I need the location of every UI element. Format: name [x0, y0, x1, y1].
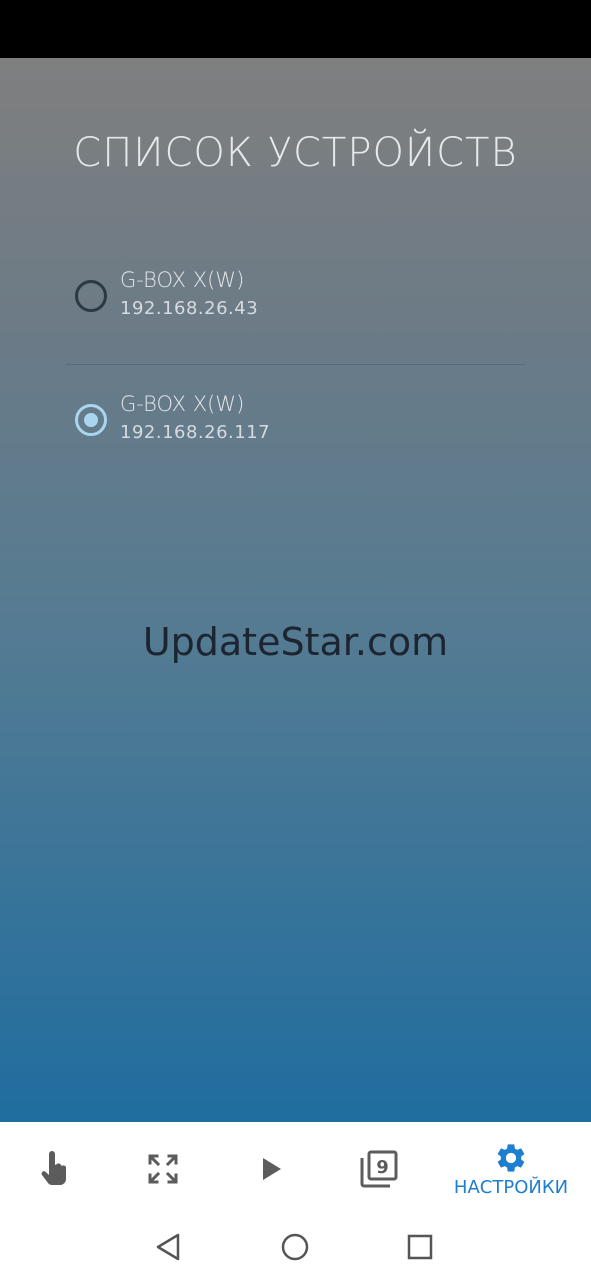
filter-9-icon: 9 — [360, 1150, 398, 1188]
play-icon — [263, 1158, 281, 1180]
device-ip: 192.168.26.117 — [120, 422, 271, 443]
back-triangle-icon — [156, 1233, 180, 1261]
filter-9-badge: 9 — [376, 1157, 389, 1178]
radio-button-selected[interactable] — [75, 404, 107, 436]
bottom-nav: 9 НАСТРОЙКИ — [0, 1122, 591, 1216]
home-circle-icon — [281, 1233, 309, 1261]
status-bar — [0, 0, 591, 58]
device-name: G-BOX X(W) — [120, 268, 245, 292]
radio-button-unselected[interactable] — [75, 280, 107, 312]
page-title: СПИСОК УСТРОЙСТВ — [73, 130, 518, 176]
recents-button[interactable] — [403, 1230, 437, 1264]
home-button[interactable] — [278, 1230, 312, 1264]
divider — [66, 364, 525, 365]
fullscreen-icon — [148, 1154, 178, 1184]
nav-filter-9[interactable]: 9 — [344, 1122, 414, 1216]
settings-gear-icon — [497, 1143, 525, 1172]
device-name: G-BOX X(W) — [120, 392, 245, 416]
nav-touch[interactable] — [20, 1122, 90, 1216]
recents-square-icon — [407, 1234, 433, 1260]
system-nav-bar — [0, 1216, 591, 1280]
nav-fullscreen[interactable] — [128, 1122, 198, 1216]
device-list-screen: СПИСОК УСТРОЙСТВ G-BOX X(W) 192.168.26.4… — [0, 58, 591, 1122]
back-button[interactable] — [151, 1230, 185, 1264]
nav-settings[interactable]: НАСТРОЙКИ — [441, 1122, 581, 1216]
nav-settings-label: НАСТРОЙКИ — [453, 1176, 569, 1198]
nav-play[interactable] — [237, 1122, 307, 1216]
device-ip: 192.168.26.43 — [120, 298, 259, 319]
watermark: UpdateStar.com — [142, 620, 449, 664]
touch-icon — [41, 1151, 66, 1185]
